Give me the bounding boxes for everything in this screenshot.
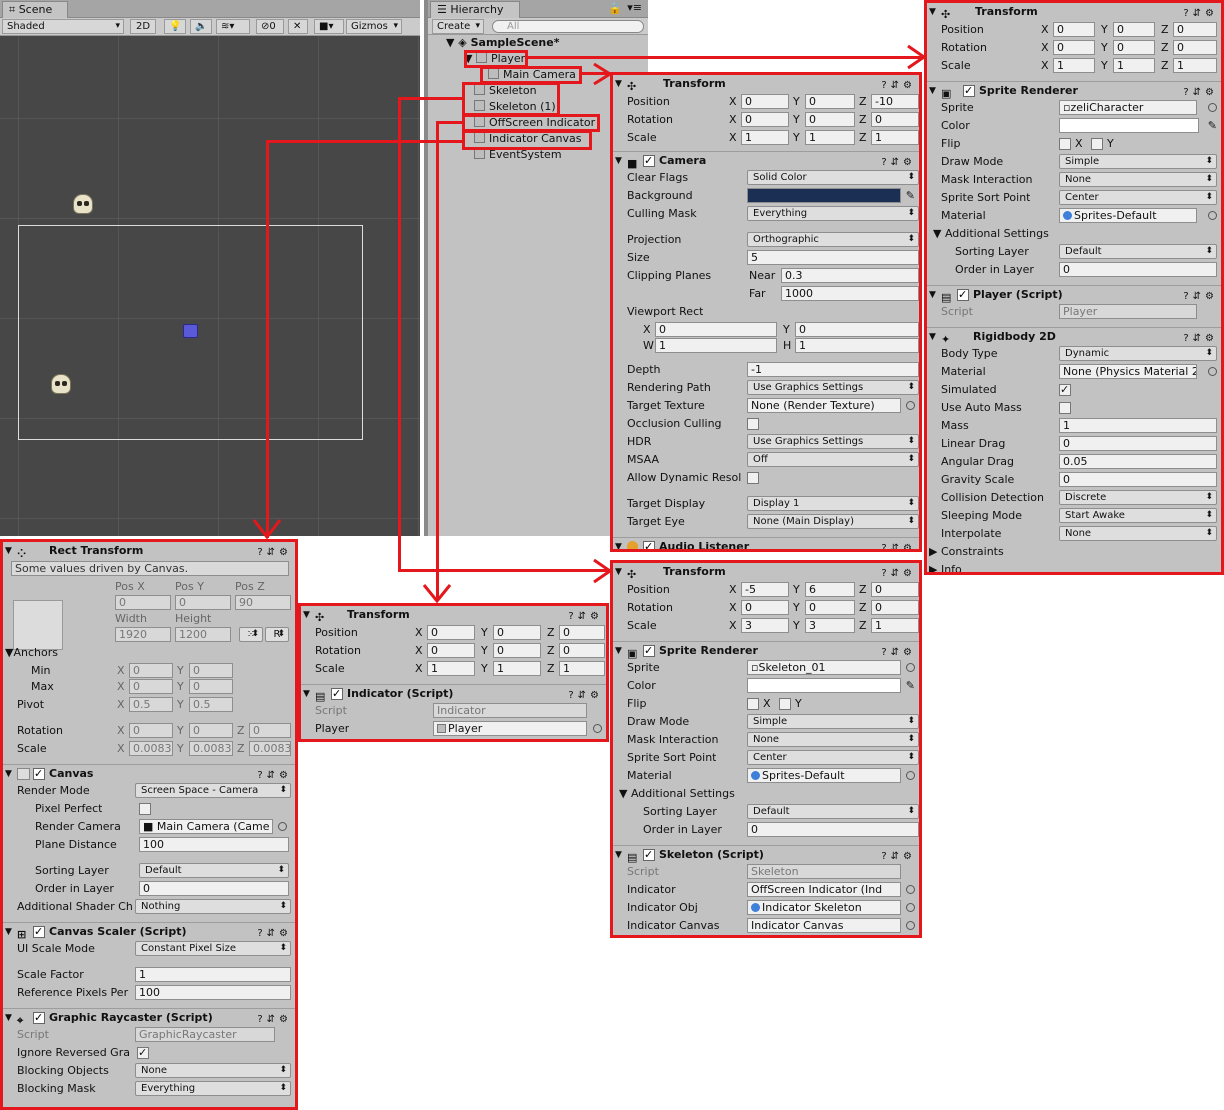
arrowhead (593, 62, 613, 86)
arrowhead (422, 584, 452, 604)
arrowheads (252, 44, 927, 604)
arrowhead (252, 519, 282, 540)
arrowhead (907, 44, 927, 70)
arrowhead (593, 558, 613, 584)
